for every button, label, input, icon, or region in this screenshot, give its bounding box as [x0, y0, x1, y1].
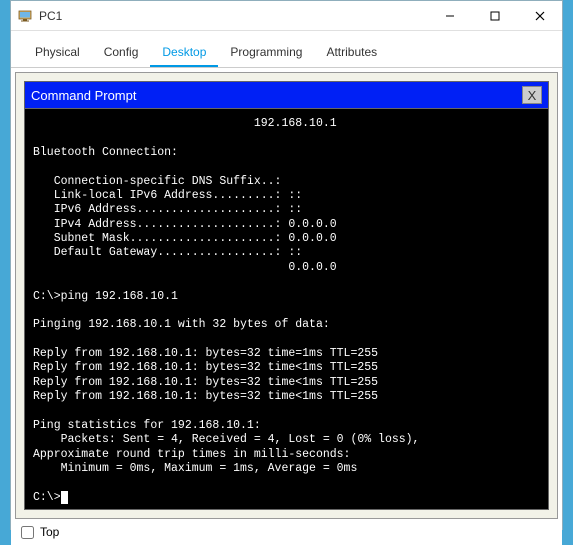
- tab-bar: Physical Config Desktop Programming Attr…: [11, 31, 562, 68]
- command-prompt-close-button[interactable]: X: [522, 86, 542, 104]
- window-title: PC1: [39, 9, 427, 23]
- top-checkbox-label: Top: [40, 525, 59, 539]
- terminal-cursor: [61, 491, 68, 504]
- maximize-button[interactable]: [472, 1, 517, 31]
- terminal-output[interactable]: 192.168.10.1 Bluetooth Connection: Conne…: [24, 109, 549, 510]
- tab-config[interactable]: Config: [92, 39, 151, 67]
- command-prompt-title: Command Prompt: [31, 88, 522, 103]
- tab-physical[interactable]: Physical: [23, 39, 92, 67]
- tab-programming[interactable]: Programming: [218, 39, 314, 67]
- title-bar: PC1: [11, 1, 562, 31]
- tab-attributes[interactable]: Attributes: [314, 39, 389, 67]
- bottom-bar: Top: [11, 519, 562, 545]
- desktop-panel: Command Prompt X 192.168.10.1 Bluetooth …: [15, 72, 558, 519]
- window-controls: [427, 1, 562, 31]
- pc-icon: [17, 8, 33, 24]
- minimize-button[interactable]: [427, 1, 472, 31]
- tab-desktop[interactable]: Desktop: [150, 39, 218, 67]
- app-window: PC1 Physical Config Desktop Programming …: [10, 0, 563, 530]
- terminal-text: 192.168.10.1 Bluetooth Connection: Conne…: [33, 117, 419, 504]
- close-button[interactable]: [517, 1, 562, 31]
- command-prompt-header: Command Prompt X: [24, 81, 549, 109]
